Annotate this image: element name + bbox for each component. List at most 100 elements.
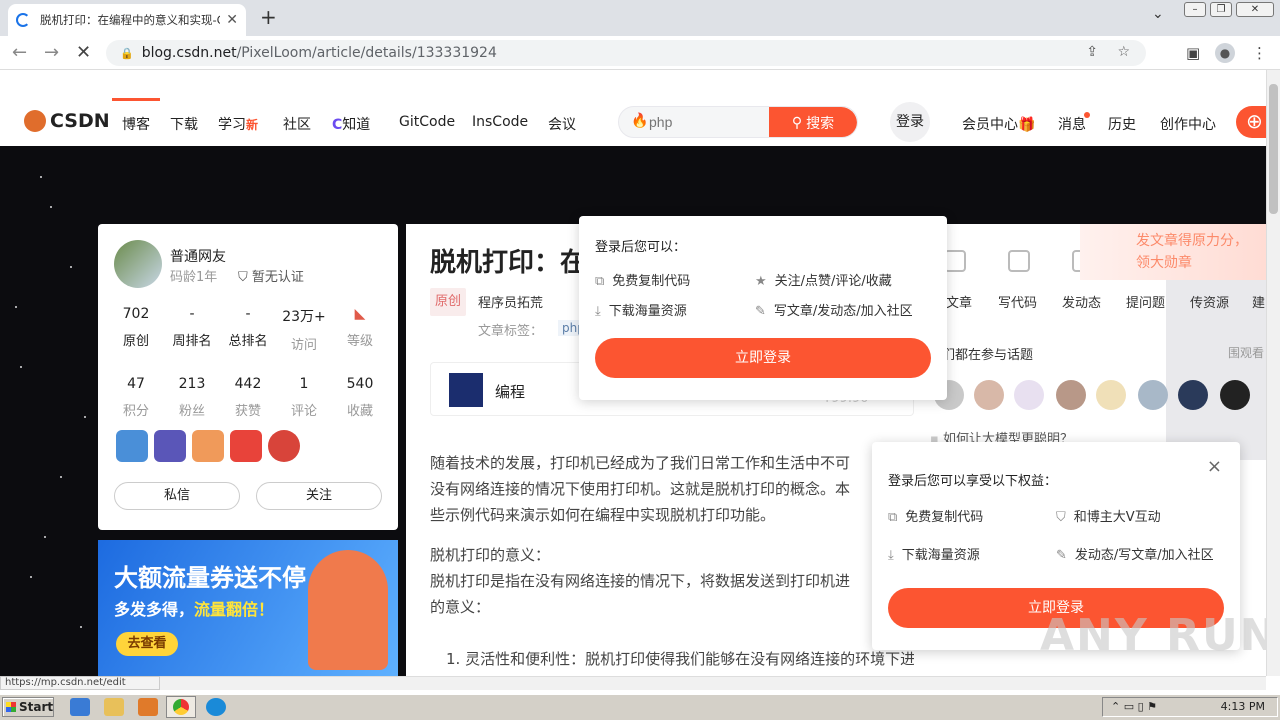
author-profile-card: 普通网友 码龄1年 ⛉ 暂无认证 702 原创 - 周排名 - 总排名 23万+ 访问 … — [98, 224, 398, 530]
stat-week-rank[interactable]: - 周排名 — [164, 306, 220, 349]
chrome-task[interactable] — [166, 696, 196, 718]
pen-icon: ✎ — [1056, 548, 1067, 563]
media-player-icon[interactable] — [138, 698, 158, 716]
nav-learn[interactable]: 学习新 — [218, 114, 258, 134]
column-name: 编程 — [495, 383, 526, 401]
windows-logo-icon — [6, 702, 16, 712]
nav-zhidao[interactable]: C知道 — [332, 114, 370, 134]
address-bar[interactable]: 🔒 blog.csdn.net/PixelLoom/article/detail… — [106, 40, 1146, 66]
ie-icon[interactable] — [70, 698, 90, 716]
restore-icon[interactable]: ❐ — [1210, 2, 1232, 17]
star-icon: ★ — [755, 274, 767, 289]
profile-avatar-icon[interactable]: ● — [1215, 43, 1235, 63]
creator-banner[interactable]: 发文章得原力分， 领大勋章 — [1080, 224, 1266, 280]
create-code[interactable]: 写代码 — [998, 292, 1037, 311]
column-image — [449, 373, 483, 407]
promo-ad[interactable]: 大额流量券送不停 多发多得，流量翻倍！ 去查看 — [98, 540, 398, 676]
chrome-icon — [173, 699, 189, 715]
nav-messages[interactable]: 消息 — [1058, 112, 1090, 134]
minimize-icon[interactable]: – — [1184, 2, 1206, 17]
participant-avatar — [1138, 380, 1168, 410]
benefit-interact: ⛉ 和博主大V互动 — [1056, 510, 1161, 525]
active-nav-indicator — [112, 98, 160, 101]
edge-icon[interactable] — [206, 698, 226, 716]
vertical-scrollbar[interactable] — [1266, 70, 1280, 676]
author-name[interactable]: 普通网友 — [170, 246, 226, 266]
start-button[interactable]: Start — [2, 697, 54, 717]
benefit-copy-code: ⧉ 免费复制代码 — [888, 510, 984, 525]
zhidao-icon: C — [332, 117, 343, 133]
nav-community[interactable]: 社区 — [283, 114, 311, 134]
download-icon: ⤓ — [888, 548, 894, 563]
author-avatar[interactable] — [114, 240, 162, 288]
horizontal-scrollbar[interactable] — [0, 676, 1266, 690]
explorer-icon[interactable] — [104, 698, 124, 716]
nav-inscode[interactable]: InsCode — [472, 114, 528, 130]
paragraph: 脱机打印是指在没有网络连接的情况下，将数据发送到打印机进 — [430, 572, 851, 590]
follow-button[interactable]: 关注 — [256, 482, 382, 510]
create-more[interactable]: 建 — [1252, 292, 1265, 311]
badge-icon[interactable] — [154, 430, 186, 462]
nav-history[interactable]: 历史 — [1108, 114, 1136, 134]
search-icon: ⚲ — [791, 115, 803, 131]
gift-icon: 🎁 — [1018, 117, 1036, 133]
nav-blog[interactable]: 博客 — [122, 114, 150, 134]
topic-more[interactable]: 围观看 — [1228, 344, 1264, 361]
csdn-mascot-icon — [24, 110, 46, 132]
side-panel-icon[interactable]: ▣ — [1186, 44, 1200, 62]
participant-avatar — [974, 380, 1004, 410]
stat-total-rank[interactable]: - 总排名 — [220, 306, 276, 349]
benefit-download: ⤓ 下载海量资源 — [888, 548, 980, 563]
anyrun-watermark: ANY RUN — [1040, 610, 1279, 661]
nav-download[interactable]: 下载 — [170, 114, 198, 134]
nav-meeting[interactable]: 会议 — [548, 114, 576, 134]
create-resource[interactable]: 传资源 — [1190, 292, 1229, 311]
tray-icons[interactable]: ⌃ ▭ ▯ ⚑ — [1111, 698, 1157, 716]
clock: 4:13 PM — [1220, 700, 1265, 713]
stat-likes: 442 获赞 — [234, 376, 262, 419]
message-button[interactable]: 私信 — [114, 482, 240, 510]
create-question[interactable]: 提问题 — [1126, 292, 1165, 311]
create-article[interactable]: 文章 — [946, 292, 972, 311]
badge-icon[interactable] — [230, 430, 262, 462]
badge-icon[interactable] — [268, 430, 300, 462]
nav-gitcode[interactable]: GitCode — [399, 114, 455, 130]
tab-search-icon[interactable]: ⌄ — [1152, 6, 1164, 22]
badge-icon[interactable] — [116, 430, 148, 462]
scroll-thumb[interactable] — [1269, 84, 1278, 214]
back-icon[interactable]: ← — [12, 42, 27, 63]
close-window-icon[interactable]: ✕ — [1236, 2, 1274, 17]
csdn-logo[interactable]: CSDN — [24, 110, 110, 132]
stat-level[interactable]: ◣ 等级 — [332, 306, 388, 349]
tags-label: 文章标签： — [478, 324, 544, 339]
login-button[interactable]: 登录 — [890, 102, 930, 142]
stat-original[interactable]: 702 原创 — [108, 306, 164, 349]
search-button[interactable]: ⚲ 搜索 — [769, 107, 857, 137]
share-icon[interactable]: ⇪ — [1086, 44, 1098, 60]
menu-icon[interactable]: ⋮ — [1252, 44, 1267, 62]
system-tray: ⌃ ▭ ▯ ⚑ 4:13 PM — [1102, 697, 1278, 717]
popover-heading: 登录后您可以： — [595, 240, 687, 255]
article-title: 脱机打印：在 — [430, 248, 587, 278]
benefit-copy-code: ⧉ 免费复制代码 — [595, 274, 691, 289]
nav-vip[interactable]: 会员中心🎁 — [962, 114, 1035, 134]
ad-view-button[interactable]: 去查看 — [116, 632, 178, 656]
forward-icon[interactable]: → — [44, 42, 59, 63]
badge-icon[interactable] — [192, 430, 224, 462]
code-icon: ⧉ — [888, 510, 898, 525]
new-tab-icon[interactable]: + — [260, 5, 277, 29]
article-author[interactable]: 程序员拓荒 — [478, 292, 543, 311]
close-icon[interactable]: × — [1207, 456, 1222, 477]
browser-tab[interactable]: 脱机打印：在编程中的意义和实现-C ✕ — [8, 4, 246, 36]
create-post[interactable]: 发动态 — [1062, 292, 1101, 311]
participant-avatar — [1014, 380, 1044, 410]
popover-login-button[interactable]: 立即登录 — [595, 338, 931, 378]
flame-icon: 🔥 — [631, 113, 649, 129]
ad-subline: 多发多得，流量翻倍！ — [114, 600, 275, 619]
bookmark-star-icon[interactable]: ☆ — [1117, 44, 1130, 60]
shield-icon: ⛉ — [238, 270, 252, 285]
nav-creator-center[interactable]: 创作中心 — [1160, 114, 1216, 134]
close-tab-icon[interactable]: ✕ — [226, 12, 238, 28]
search-input[interactable] — [649, 107, 789, 137]
stop-icon[interactable]: ✕ — [76, 42, 91, 63]
